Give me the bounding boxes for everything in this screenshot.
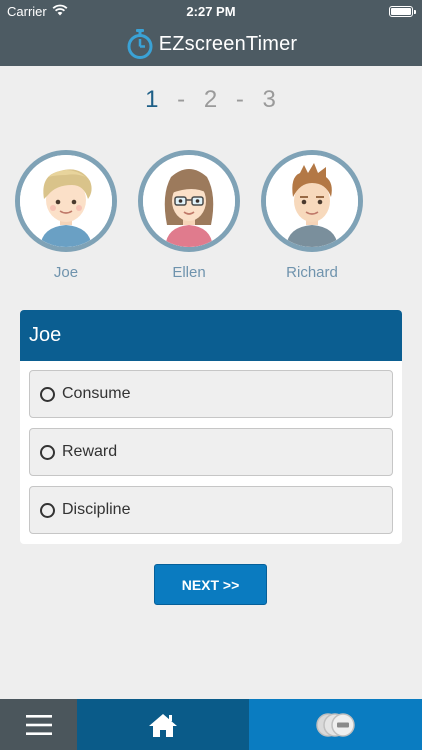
profile-name: Ellen [172,264,206,281]
profile-name: Joe [53,264,79,281]
step-separator: - [235,86,245,113]
step-1: 1 [145,86,160,113]
next-button[interactable]: NEXT >> [154,564,267,605]
app-title: EZscreenTimer [158,32,298,55]
menu-icon [25,714,52,735]
step-2: 2 [203,86,219,113]
radio-icon[interactable] [40,386,55,402]
app-header: Carrier 2:27 PM EZscreenTimer [0,0,422,66]
app-logo: EZscreenTimer [0,26,422,62]
status-time: 2:27 PM [186,4,236,19]
avatar[interactable] [138,150,240,252]
options-card: Joe Consume Reward Discipline [20,310,402,544]
girl-avatar-icon [143,155,235,247]
option-consume[interactable]: Consume [29,370,393,418]
status-bar: Carrier 2:27 PM [0,0,422,22]
step-separator: - [177,86,187,113]
radio-icon[interactable] [40,444,55,460]
coins-icon [315,712,355,737]
boy-avatar-icon [20,155,112,247]
option-reward[interactable]: Reward [29,428,393,476]
option-label: Discipline [62,501,131,518]
stopwatch-icon [127,29,153,59]
option-discipline[interactable]: Discipline [29,486,393,534]
nav-coins-button[interactable] [249,699,422,750]
option-label: Reward [62,443,118,460]
man-avatar-icon [266,155,358,247]
step-indicator: 1 - 2 - 3 [0,86,422,114]
battery-icon [389,6,416,17]
bottom-nav [0,699,422,750]
step-3: 3 [262,86,277,113]
option-label: Consume [62,385,131,402]
nav-menu-button[interactable] [0,699,77,750]
nav-home-button[interactable] [77,699,249,750]
profile-name: Richard [286,264,338,281]
profile-joe[interactable]: Joe [14,150,118,281]
avatar[interactable] [15,150,117,252]
profile-richard[interactable]: Richard [260,150,364,281]
radio-icon[interactable] [40,502,55,518]
card-title: Joe [20,310,402,361]
home-icon [149,713,177,737]
avatar[interactable] [261,150,363,252]
profile-list: Joe Ellen Richard [14,150,374,285]
profile-ellen[interactable]: Ellen [137,150,241,281]
